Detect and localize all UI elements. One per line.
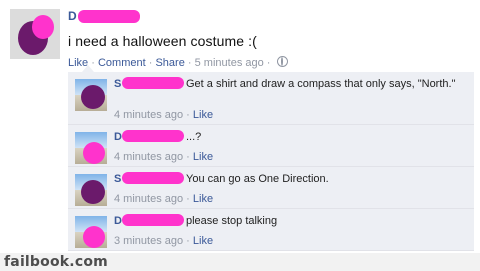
comment-like-link[interactable]: Like — [193, 109, 213, 121]
comment-item: D ...? 4 minutes ago · Like — [68, 125, 474, 167]
commenter-name[interactable]: D — [114, 215, 122, 227]
comment-timestamp[interactable]: 3 minutes ago — [114, 235, 183, 247]
separator: · — [266, 57, 274, 69]
post-actions: Like · Comment · Share · 5 minutes ago · — [68, 56, 288, 69]
post-share-link[interactable]: Share — [155, 57, 184, 69]
post-author-avatar[interactable] — [10, 9, 60, 59]
comment-text: You can go as One Direction. — [186, 173, 329, 185]
comment-text: ...? — [186, 131, 202, 143]
globe-icon[interactable] — [276, 56, 288, 67]
author-redaction — [78, 10, 140, 23]
commenter-avatar[interactable] — [75, 174, 107, 206]
watermark-brand: failbook.com — [4, 254, 108, 270]
post-comment-link[interactable]: Comment — [98, 57, 146, 69]
commenter-redaction — [122, 130, 184, 142]
comment-item: S You can go as One Direction. 4 minutes… — [68, 167, 474, 209]
post-text: i need a halloween costume :( — [68, 33, 257, 49]
comment-text: please stop talking — [186, 215, 278, 227]
commenter-name[interactable]: D — [114, 131, 122, 143]
comment-like-link[interactable]: Like — [193, 235, 213, 247]
commenter-avatar[interactable] — [75, 216, 107, 248]
separator: · — [187, 57, 195, 69]
commenter-redaction — [122, 77, 184, 89]
post-author-name[interactable]: D — [68, 9, 77, 23]
comment-like-link[interactable]: Like — [193, 151, 213, 163]
commenter-avatar[interactable] — [75, 132, 107, 164]
comment-timestamp[interactable]: 4 minutes ago — [114, 193, 183, 205]
comment-meta: 4 minutes ago · Like — [114, 193, 214, 205]
commenter-redaction — [122, 214, 184, 226]
comment-meta: 4 minutes ago · Like — [114, 151, 214, 163]
comment-meta: 4 minutes ago · Like — [114, 109, 214, 121]
comment-like-link[interactable]: Like — [193, 193, 213, 205]
comment-item: D please stop talking 3 minutes ago · Li… — [68, 209, 474, 251]
comment-timestamp[interactable]: 4 minutes ago — [114, 151, 183, 163]
commenter-avatar[interactable] — [75, 79, 107, 111]
commenter-name[interactable]: S — [114, 173, 121, 185]
comment-item: S Get a shirt and draw a compass that on… — [68, 72, 474, 125]
comment-timestamp[interactable]: 4 minutes ago — [114, 109, 183, 121]
comment-text: Get a shirt and draw a compass that only… — [186, 78, 456, 90]
post-timestamp[interactable]: 5 minutes ago — [195, 57, 264, 69]
comment-meta: 3 minutes ago · Like — [114, 235, 214, 247]
commenter-name[interactable]: S — [114, 78, 121, 90]
commenter-redaction — [122, 172, 184, 184]
